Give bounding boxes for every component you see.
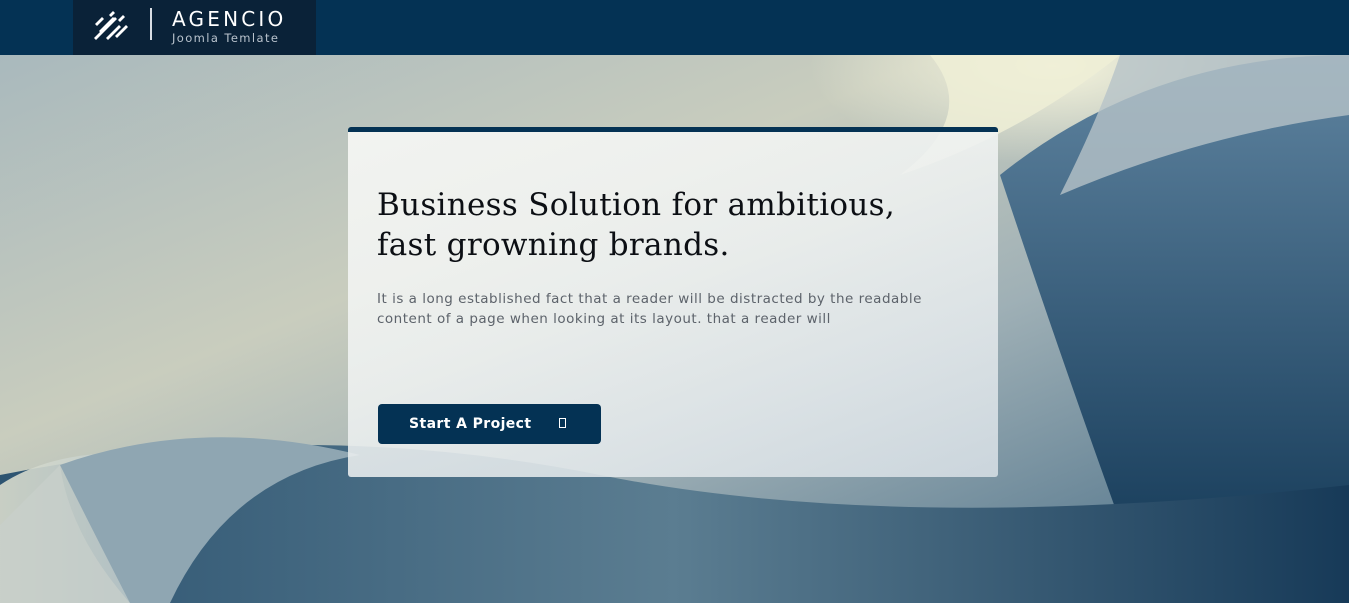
start-project-button[interactable]: Start A Project: [378, 404, 601, 444]
logo-divider: [150, 8, 152, 40]
brand-tagline: Joomla Temlate: [172, 31, 280, 45]
hero-title: Business Solution for ambitious, fast gr…: [377, 185, 977, 265]
brand-name: AGENCIO: [172, 7, 287, 31]
logo-mark-icon: [94, 11, 128, 40]
hero-title-line-1: Business Solution for ambitious,: [377, 187, 895, 223]
top-navbar: AGENCIO Joomla Temlate: [0, 0, 1349, 55]
hero-description-line-1: It is a long established fact that a rea…: [377, 291, 922, 307]
start-project-label: Start A Project: [409, 416, 532, 432]
hero-card: Business Solution for ambitious, fast gr…: [348, 127, 998, 477]
hero-title-line-2: fast growning brands.: [377, 227, 730, 263]
square-glyph-icon: [559, 418, 566, 428]
site-logo[interactable]: AGENCIO Joomla Temlate: [73, 0, 316, 55]
hero-description-line-2: content of a page when looking at its la…: [377, 311, 831, 327]
page: AGENCIO Joomla Temlate Business Solution…: [0, 0, 1349, 603]
hero-description: It is a long established fact that a rea…: [377, 289, 977, 329]
